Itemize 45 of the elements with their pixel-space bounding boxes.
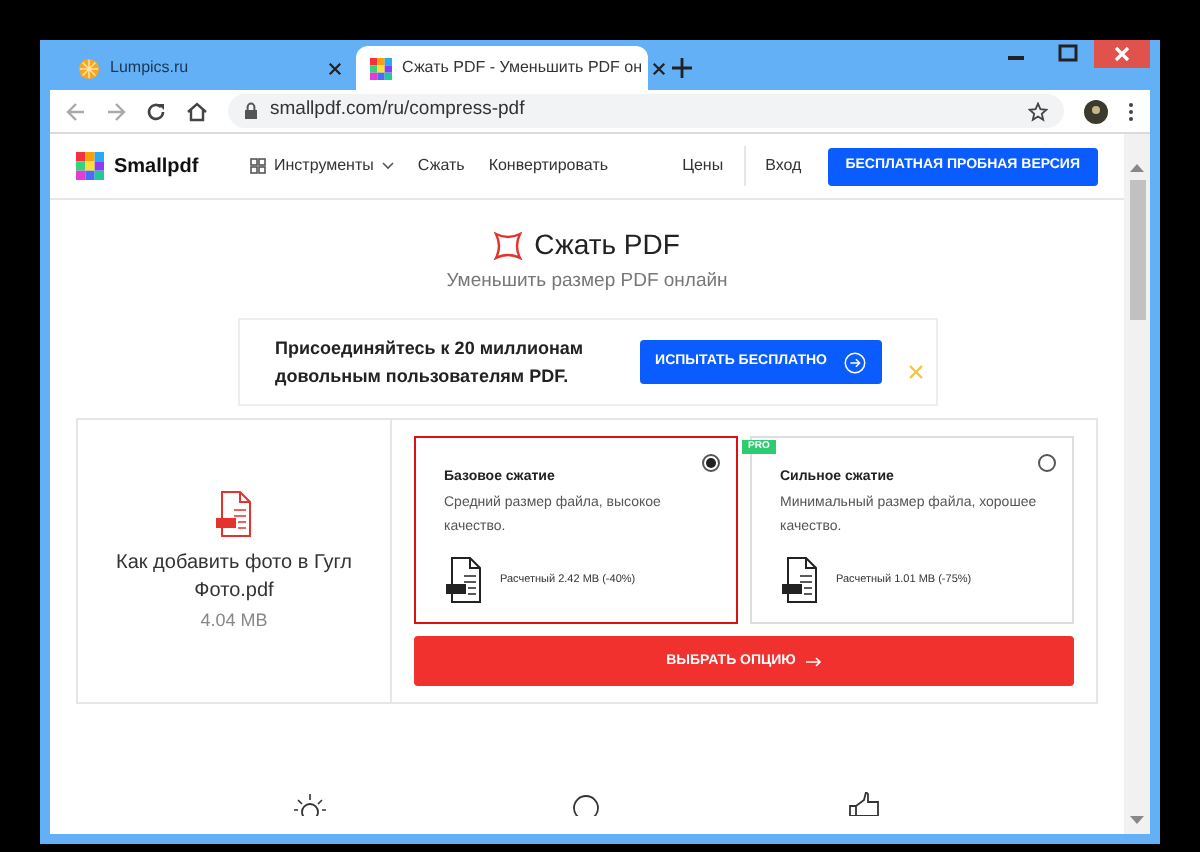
sparkle-drawing	[907, 364, 923, 381]
logo-icon	[76, 152, 104, 180]
scroll-down-icon[interactable]	[1130, 816, 1144, 826]
nav-link[interactable]: Конвертировать	[488, 154, 609, 178]
arrow-right-icon	[805, 655, 822, 668]
close-icon[interactable]	[328, 61, 342, 75]
home-icon[interactable]	[186, 101, 208, 121]
arrow-right-circle-icon	[843, 351, 865, 374]
pdf-file-icon	[214, 489, 254, 537]
promo-text: Присоединяйтесь к 20 миллионам довольным пользователям PDF.	[275, 336, 586, 391]
nav-link[interactable]: Вход	[765, 154, 802, 178]
compress-icon	[494, 231, 523, 259]
menu-dots-icon[interactable]	[1128, 101, 1134, 121]
nav-link[interactable]: Сжать	[417, 154, 465, 178]
new-tab-icon[interactable]	[672, 58, 692, 78]
sun-icon	[293, 792, 326, 817]
scrollbar-thumb[interactable]	[1129, 180, 1145, 320]
lock-icon	[244, 102, 258, 120]
file-size: 4.04 MB	[200, 607, 268, 633]
star-icon[interactable]	[1028, 101, 1048, 121]
radio-selected[interactable]	[702, 454, 720, 473]
close-window-icon[interactable]	[1094, 40, 1150, 68]
address-bar[interactable]: smallpdf.com/ru/compress-pdf	[228, 94, 1064, 128]
colorful-logo-icon	[370, 57, 392, 79]
browser-tab[interactable]: Lumpics.ru	[64, 46, 356, 90]
chevron-down-icon	[381, 162, 394, 170]
tools-menu[interactable]: Инструменты	[250, 154, 394, 178]
page-title: Сжать PDF	[534, 226, 680, 264]
radio-unselected[interactable]	[1038, 454, 1056, 473]
file-name: Как добавить фото в Гугл Фото.pdf	[114, 549, 354, 605]
pdf-file-icon	[780, 555, 820, 604]
citrus-icon	[78, 57, 100, 79]
avatar-icon[interactable]	[1084, 99, 1108, 123]
page-subtitle: Уменьшить размер PDF онлайн	[446, 268, 728, 296]
url-text: smallpdf.com/ru/compress-pdf	[270, 96, 527, 125]
scroll-up-icon[interactable]	[1130, 162, 1144, 172]
nav-link[interactable]: Цены	[682, 154, 724, 178]
tab-title: Сжать PDF - Уменьшить PDF он	[402, 56, 643, 80]
close-icon[interactable]	[652, 61, 667, 75]
tab-title: Lumpics.ru	[110, 56, 191, 80]
reload-icon[interactable]	[146, 101, 166, 121]
thumbs-up-icon	[848, 792, 881, 817]
logo-text[interactable]: Smallpdf	[114, 151, 199, 181]
grid-icon	[250, 158, 266, 174]
pdf-file-icon	[444, 555, 484, 604]
